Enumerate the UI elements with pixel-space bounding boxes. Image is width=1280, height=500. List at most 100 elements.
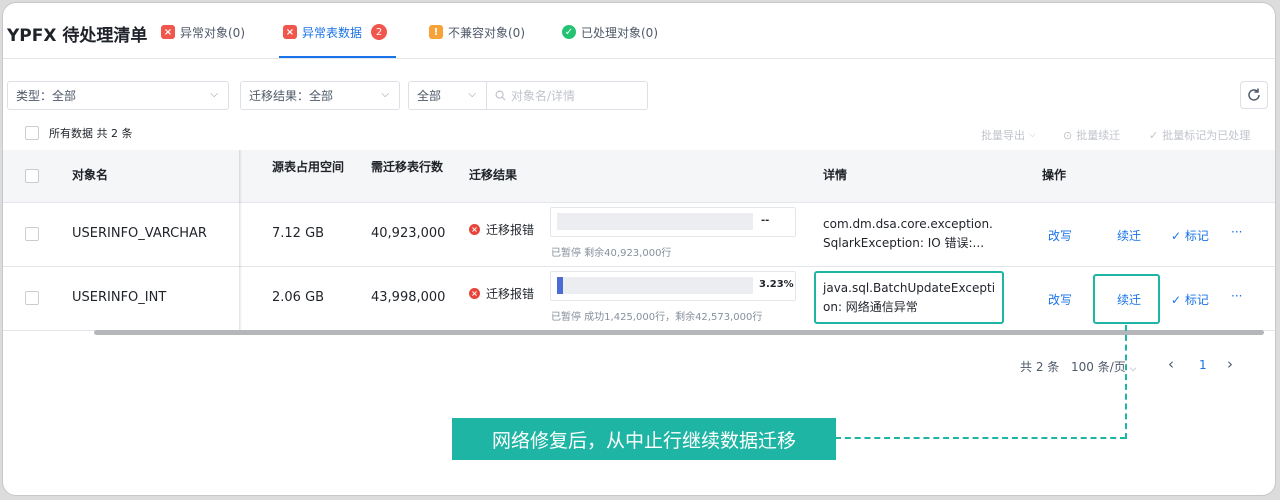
scope-select-value: 全部 (417, 89, 442, 103)
row-checkbox[interactable] (25, 291, 39, 305)
app-window: YPFX 待处理清单 × 异常对象(0) × 异常表数据 2 ! 不兼容对象(0… (2, 2, 1276, 496)
row-count: 40,923,000 (371, 226, 446, 241)
search-placeholder: 对象名/详情 (511, 89, 576, 103)
object-name: USERINFO_INT (72, 290, 167, 305)
mark-label: 标记 (1184, 293, 1209, 307)
error-icon: × (469, 224, 480, 235)
horizontal-scrollbar[interactable] (94, 330, 1264, 335)
page-number[interactable]: 1 (1199, 358, 1207, 372)
mark-button[interactable]: ✓ 标记 (1171, 291, 1209, 308)
error-icon: × (161, 25, 175, 39)
scope-select[interactable]: 全部 ⌵ (408, 81, 487, 110)
table-header: 对象名 源表占用空间 需迁移表行数 迁移结果 详情 操作 (3, 150, 1275, 203)
callout-connector (835, 437, 1126, 439)
tab-label: 不兼容对象(0) (448, 25, 525, 40)
refresh-icon (1248, 88, 1260, 101)
pagination-total: 共 2 条 (1020, 360, 1060, 374)
row-count: 43,998,000 (371, 290, 446, 305)
column-header-result: 迁移结果 (469, 168, 518, 182)
row-checkbox[interactable] (25, 227, 39, 241)
all-data-label: 所有数据 共 2 条 (49, 127, 133, 140)
next-page-icon[interactable]: › (1227, 355, 1233, 373)
rewrite-button[interactable]: 改写 (1048, 227, 1072, 244)
chevron-down-icon: ⌵ (381, 89, 389, 100)
progress-box: 3.23% (550, 271, 796, 301)
rewrite-button[interactable]: 改写 (1048, 291, 1072, 308)
result-select[interactable]: 迁移结果：全部 ⌵ (240, 81, 400, 110)
chevron-down-icon: ⌵ (1129, 364, 1137, 374)
result-select-value: 迁移结果：全部 (249, 89, 334, 103)
select-all-checkbox[interactable] (25, 126, 39, 140)
batch-export-button[interactable]: 批量导出 ⌵ (981, 127, 1036, 143)
page-size-value: 100 条/页 (1071, 360, 1126, 374)
tab-incompatible-objects[interactable]: ! 不兼容对象(0) (429, 23, 525, 41)
tab-error-table-data[interactable]: × 异常表数据 2 (283, 23, 388, 41)
source-space: 2.06 GB (272, 290, 325, 305)
count-badge: 2 (371, 24, 388, 40)
resume-button[interactable]: 续迁 (1117, 227, 1141, 244)
batch-mark-button[interactable]: ✓ 批量标记为已处理 (1149, 127, 1250, 143)
progress-bar (557, 213, 753, 230)
refresh-button[interactable] (1240, 81, 1268, 109)
play-circle-icon: ⊙ (1063, 128, 1073, 142)
error-icon: × (469, 288, 480, 299)
progress-bar (557, 277, 753, 294)
batch-resume-label: 批量续迁 (1076, 129, 1121, 142)
detail-highlight (814, 271, 1004, 324)
column-header-rows: 需迁移表行数 (371, 160, 444, 174)
tab-label: 异常对象(0) (180, 25, 245, 40)
more-icon[interactable]: ··· (1231, 289, 1242, 303)
tab-processed-objects[interactable]: ✓ 已处理对象(0) (562, 23, 658, 41)
column-header-space: 源表占用空间 (272, 160, 345, 174)
mark-label: 标记 (1184, 229, 1209, 243)
type-select[interactable]: 类型：全部 ⌵ (7, 81, 229, 110)
resume-highlight (1093, 274, 1160, 324)
table-row: USERINFO_INT 2.06 GB 43,998,000 × 迁移报错 3… (3, 267, 1275, 331)
check-icon: ✓ (1171, 293, 1182, 307)
select-all-row: 所有数据 共 2 条 (25, 125, 133, 141)
chevron-down-icon: ⌵ (1029, 130, 1036, 140)
more-icon[interactable]: ··· (1231, 225, 1242, 239)
batch-export-label: 批量导出 (981, 129, 1025, 142)
check-circle-icon: ✓ (562, 25, 576, 39)
detail-text: com.dm.dsa.core.exception. SqlarkExcepti… (823, 215, 993, 253)
source-space: 7.12 GB (272, 226, 325, 241)
tab-error-objects[interactable]: × 异常对象(0) (161, 23, 245, 41)
progress-subtext: 已暂停 剩余40,923,000行 (551, 248, 672, 259)
batch-mark-label: 批量标记为已处理 (1162, 129, 1251, 142)
tab-label: 已处理对象(0) (581, 25, 658, 40)
column-header-ops: 操作 (1042, 168, 1067, 182)
chevron-down-icon: ⌵ (468, 89, 476, 100)
progress-fill (557, 277, 564, 294)
annotation-callout: 网络修复后，从中止行继续数据迁移 (452, 418, 836, 460)
error-table-icon: × (283, 25, 297, 39)
detail-line: SqlarkException: IO 错误:... (823, 236, 985, 250)
check-icon: ✓ (1171, 229, 1182, 243)
progress-text: -- (761, 215, 770, 226)
progress-text: 3.23% (759, 279, 794, 290)
warning-icon: ! (429, 25, 443, 39)
detail-line: com.dm.dsa.core.exception. (823, 217, 993, 231)
header-checkbox[interactable] (25, 169, 39, 183)
table-row: USERINFO_VARCHAR 7.12 GB 40,923,000 × 迁移… (3, 203, 1275, 267)
column-header-detail: 详情 (823, 168, 848, 182)
prev-page-icon[interactable]: ‹ (1168, 355, 1174, 373)
type-select-value: 类型：全部 (16, 89, 77, 103)
tab-label: 异常表数据 (302, 25, 363, 40)
progress-subtext: 已暂停 成功1,425,000行，剩余42,573,000行 (551, 312, 763, 323)
header-divider (3, 58, 1275, 59)
column-header-name: 对象名 (72, 168, 109, 182)
object-name: USERINFO_VARCHAR (72, 226, 207, 241)
status-text: 迁移报错 (486, 287, 535, 301)
callout-connector (1125, 325, 1127, 439)
fixed-column-shadow (239, 150, 242, 331)
chevron-down-icon: ⌵ (210, 89, 218, 100)
mark-button[interactable]: ✓ 标记 (1171, 227, 1209, 244)
batch-resume-button[interactable]: ⊙ 批量续迁 (1063, 127, 1120, 143)
check-icon: ✓ (1149, 128, 1159, 142)
search-input[interactable]: 对象名/详情 (486, 81, 648, 110)
status-text: 迁移报错 (486, 223, 535, 237)
status-badge: × 迁移报错 (469, 285, 534, 302)
progress-box: -- (550, 207, 796, 237)
status-badge: × 迁移报错 (469, 221, 534, 238)
